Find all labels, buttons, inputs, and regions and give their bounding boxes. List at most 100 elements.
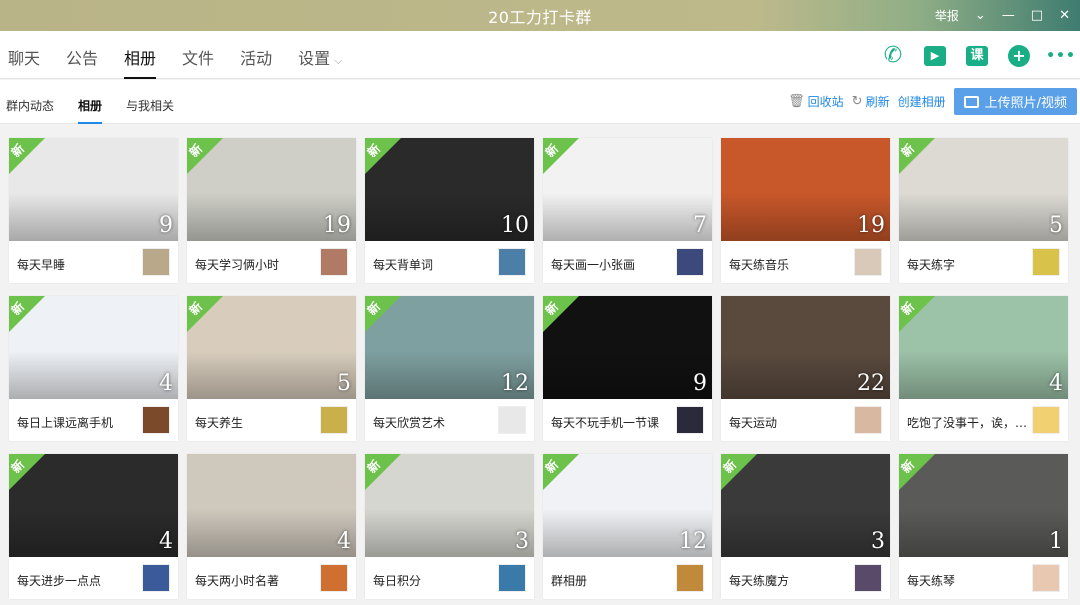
upload-label: 上传照片/视频 [984, 96, 1067, 111]
album-card[interactable]: 4 新吃饱了没事干，诶，… [899, 296, 1068, 441]
album-card[interactable]: 5 新每天养生 [187, 296, 356, 441]
window-title: 20工力打卡群 [488, 7, 592, 27]
album-card[interactable]: 12 新群相册 [543, 454, 712, 599]
album-name[interactable]: 每天运动 [729, 414, 849, 431]
subtab-related[interactable]: 与我相关 [126, 80, 174, 124]
album-name[interactable]: 每日积分 [373, 572, 493, 589]
create-album-button[interactable]: 创建相册 [898, 93, 946, 110]
album-name[interactable]: 每天练琴 [907, 572, 1027, 589]
photo-count: 3 [515, 529, 529, 554]
album-name[interactable]: 吃饱了没事干，诶，… [907, 414, 1027, 431]
photo-count: 4 [159, 371, 173, 396]
album-name[interactable]: 每天背单词 [373, 256, 493, 273]
album-card[interactable]: 10 新每天背单词 [365, 138, 534, 283]
avatar[interactable] [142, 248, 170, 276]
recycle-bin-button[interactable]: 🗑 回收站 [788, 93, 844, 110]
more-icon[interactable]: ••• [1046, 41, 1076, 71]
album-card[interactable]: 4 每天两小时名著 [187, 454, 356, 599]
photo-count: 12 [679, 529, 707, 554]
album-name[interactable]: 每天两小时名著 [195, 572, 315, 589]
tab-activity[interactable]: 活动 [240, 31, 272, 79]
avatar[interactable] [1032, 248, 1060, 276]
album-name[interactable]: 每天不玩手机一节课 [551, 414, 671, 431]
album-card[interactable]: 3 新每天练魔方 [721, 454, 890, 599]
avatar[interactable] [676, 564, 704, 592]
image-icon [963, 95, 979, 108]
course-icon[interactable]: 课 [962, 41, 992, 71]
maximize-icon[interactable]: □ [1031, 8, 1043, 23]
album-name[interactable]: 每天学习俩小时 [195, 256, 315, 273]
avatar[interactable] [320, 248, 348, 276]
album-card[interactable]: 1 新每天练琴 [899, 454, 1068, 599]
subtab-album[interactable]: 相册 [78, 80, 103, 124]
minimize-icon[interactable]: — [1002, 8, 1015, 23]
album-name[interactable]: 每日上课远离手机 [17, 414, 137, 431]
album-card[interactable]: 19 每天练音乐 [721, 138, 890, 283]
cover-shade [187, 509, 356, 557]
cover-shade [899, 193, 1068, 241]
photo-count: 9 [693, 371, 707, 396]
tab-album[interactable]: 相册 [124, 31, 157, 79]
avatar[interactable] [498, 406, 526, 434]
avatar[interactable] [320, 564, 348, 592]
album-card[interactable]: 9 新每天不玩手机一节课 [543, 296, 712, 441]
main-tab-bar: 聊天 公告 相册 文件 活动 设置 ⌵ ✆ ▶ 课 + ••• [0, 31, 1080, 79]
avatar[interactable] [142, 406, 170, 434]
recycle-bin-label: 回收站 [807, 95, 844, 109]
video-icon[interactable]: ▶ [920, 41, 950, 71]
refresh-icon: ↻ [851, 94, 863, 109]
album-name[interactable]: 每天养生 [195, 414, 315, 431]
avatar[interactable] [1032, 406, 1060, 434]
tab-files[interactable]: 文件 [182, 31, 214, 79]
album-card[interactable]: 4 新每日上课远离手机 [9, 296, 178, 441]
refresh-button[interactable]: ↻ 刷新 [852, 93, 890, 110]
album-name[interactable]: 每天画一小张画 [551, 256, 671, 273]
avatar[interactable] [142, 564, 170, 592]
album-name[interactable]: 每天进步一点点 [17, 572, 137, 589]
album-card[interactable]: 3 新每日积分 [365, 454, 534, 599]
album-cover[interactable]: 19 [721, 138, 890, 241]
album-cover[interactable]: 22 [721, 296, 890, 399]
close-icon[interactable]: ✕ [1059, 8, 1070, 23]
tab-chat[interactable]: 聊天 [8, 31, 40, 79]
tab-announcement[interactable]: 公告 [66, 31, 98, 79]
album-name[interactable]: 每天练魔方 [729, 572, 849, 589]
album-card[interactable]: 5 新每天练字 [899, 138, 1068, 283]
album-card[interactable]: 12 新每天欣赏艺术 [365, 296, 534, 441]
album-card[interactable]: 7 新每天画一小张画 [543, 138, 712, 283]
avatar[interactable] [320, 406, 348, 434]
subtab-group-feed[interactable]: 群内动态 [6, 80, 54, 124]
avatar[interactable] [676, 248, 704, 276]
album-name[interactable]: 每天练音乐 [729, 256, 849, 273]
album-card[interactable]: 9 新每天早睡 [9, 138, 178, 283]
avatar[interactable] [1032, 564, 1060, 592]
album-name[interactable]: 每天练字 [907, 256, 1027, 273]
collapse-icon[interactable]: ⌄ [975, 8, 986, 23]
photo-count: 5 [1049, 213, 1063, 238]
album-name[interactable]: 每天欣赏艺术 [373, 414, 493, 431]
avatar[interactable] [498, 248, 526, 276]
avatar[interactable] [676, 406, 704, 434]
cover-shade [9, 193, 178, 241]
tab-settings[interactable]: 设置 ⌵ [298, 31, 342, 79]
toolbar: ✆ ▶ 课 + ••• [878, 41, 1076, 71]
avatar[interactable] [854, 406, 882, 434]
album-name[interactable]: 每天早睡 [17, 256, 137, 273]
album-cover[interactable]: 4 [187, 454, 356, 557]
album-card[interactable]: 19 新每天学习俩小时 [187, 138, 356, 283]
report-button[interactable]: 举报 [935, 7, 959, 24]
cover-shade [721, 509, 890, 557]
avatar[interactable] [854, 564, 882, 592]
add-icon[interactable]: + [1004, 41, 1034, 71]
cover-shade [899, 509, 1068, 557]
photo-count: 5 [337, 371, 351, 396]
avatar[interactable] [498, 564, 526, 592]
album-name[interactable]: 群相册 [551, 572, 671, 589]
avatar[interactable] [854, 248, 882, 276]
album-card[interactable]: 4 新每天进步一点点 [9, 454, 178, 599]
album-card[interactable]: 22 每天运动 [721, 296, 890, 441]
phone-icon[interactable]: ✆ [878, 41, 908, 71]
photo-count: 3 [871, 529, 885, 554]
upload-button[interactable]: 上传照片/视频 [953, 88, 1077, 115]
album-sub-bar: 群内动态 相册 与我相关 🗑 回收站 ↻ 刷新 创建相册 上传照片/视频 [0, 80, 1080, 124]
